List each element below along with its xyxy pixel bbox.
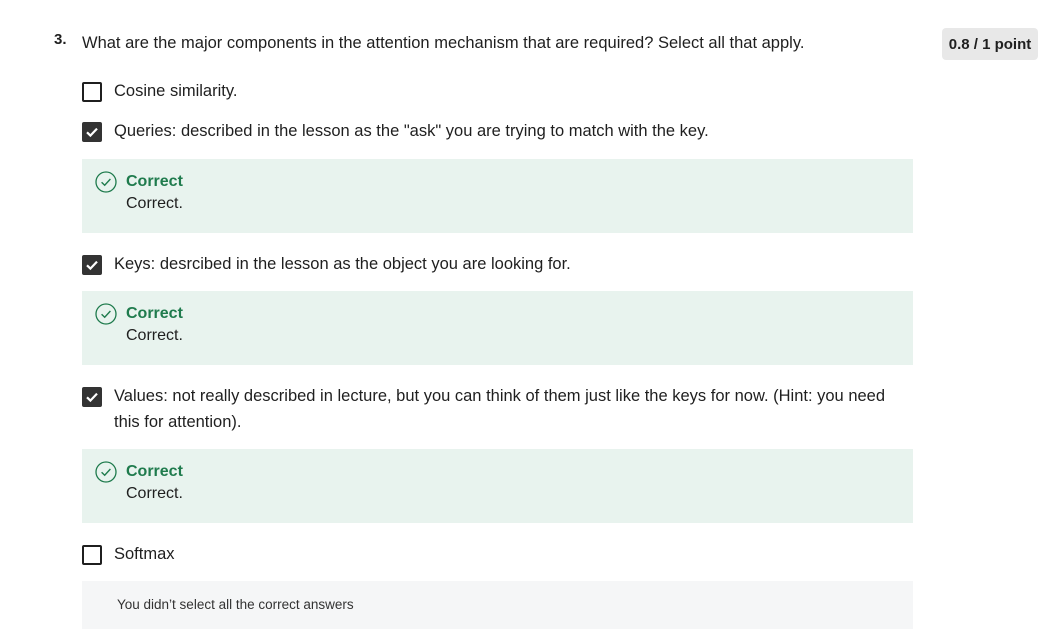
question-number: 3. <box>54 31 67 48</box>
checkmark-icon <box>86 260 98 271</box>
checkbox-checked[interactable] <box>82 387 102 407</box>
feedback-title: Correct <box>126 173 183 190</box>
feedback-title: Correct <box>126 463 183 480</box>
option-softmax[interactable]: Softmax <box>82 544 912 567</box>
option-values[interactable]: Values: not really described in lecture,… <box>82 386 912 435</box>
summary-message: You didn’t select all the correct answer… <box>82 581 913 629</box>
option-label: Values: not really described in lecture,… <box>114 387 886 431</box>
option-label: Queries: described in the lesson as the … <box>114 122 709 140</box>
feedback-body: Correct. <box>126 327 183 344</box>
option-keys[interactable]: Keys: desrcibed in the lesson as the obj… <box>82 254 912 277</box>
checkmark-icon <box>86 127 98 138</box>
feedback-panel: Correct Correct. <box>82 291 913 365</box>
option-queries[interactable]: Queries: described in the lesson as the … <box>82 121 912 144</box>
option-label: Keys: desrcibed in the lesson as the obj… <box>114 255 571 273</box>
checkbox-checked[interactable] <box>82 255 102 275</box>
feedback-panel: Correct Correct. <box>82 449 913 523</box>
feedback-panel: Correct Correct. <box>82 159 913 233</box>
checkbox-checked[interactable] <box>82 122 102 142</box>
checkbox-unchecked[interactable] <box>82 545 102 565</box>
option-label: Cosine similarity. <box>114 82 238 100</box>
option-cosine-similarity[interactable]: Cosine similarity. <box>82 81 912 104</box>
feedback-body: Correct. <box>126 195 183 212</box>
check-circle-icon <box>95 171 117 193</box>
checkmark-icon <box>86 392 98 403</box>
feedback-title: Correct <box>126 305 183 322</box>
checkbox-unchecked[interactable] <box>82 82 102 102</box>
feedback-body: Correct. <box>126 485 183 502</box>
option-label: Softmax <box>114 545 175 563</box>
question-text: What are the major components in the att… <box>82 34 805 52</box>
check-circle-icon <box>95 303 117 325</box>
check-circle-icon <box>95 461 117 483</box>
score-badge: 0.8 / 1 point <box>942 28 1038 60</box>
